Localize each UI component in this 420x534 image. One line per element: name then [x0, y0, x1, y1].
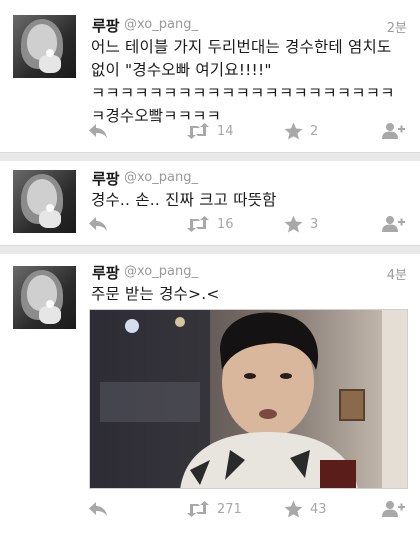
reply-icon — [89, 502, 107, 516]
favorite-button[interactable]: 43 — [284, 500, 327, 518]
tweet-text-line: 없이 "경수오빠 여기요!!!!" — [91, 61, 272, 79]
retweet-button[interactable]: 14 — [186, 122, 234, 140]
photo-image — [90, 310, 407, 488]
reply-icon — [89, 217, 107, 231]
tweet-text-line: 경수.. 손.. 진짜 크고 따뜻함 — [91, 191, 277, 209]
timestamp: 2분 — [386, 21, 407, 36]
follow-icon — [382, 123, 405, 139]
favorite-count: 3 — [310, 216, 319, 232]
star-icon — [284, 122, 303, 140]
tweet-separator — [0, 153, 420, 161]
follow-button[interactable] — [381, 122, 405, 140]
user-handle[interactable]: @xo_pang_ — [124, 17, 198, 32]
retweet-count: 271 — [217, 501, 242, 517]
retweet-count: 14 — [217, 123, 234, 139]
user-handle[interactable]: @xo_pang_ — [124, 264, 198, 279]
favorite-count: 2 — [310, 123, 319, 139]
reply-icon — [89, 124, 107, 138]
follow-button[interactable] — [381, 215, 405, 233]
tweet-text-line: 어느 테이블 가지 두리번대는 경수한테 염치도 — [91, 38, 392, 56]
tweet-photo[interactable] — [89, 309, 408, 489]
reply-button[interactable] — [88, 500, 108, 518]
avatar[interactable] — [13, 15, 76, 78]
tweet[interactable]: 루팡 @xo_pang_ 2분 어느 테이블 가지 두리번대는 경수한테 염치도… — [0, 0, 420, 153]
retweet-icon — [187, 216, 209, 232]
user-handle[interactable]: @xo_pang_ — [124, 170, 198, 185]
retweet-icon — [187, 123, 209, 139]
display-name[interactable]: 루팡 — [92, 15, 120, 36]
tweet-actions: 14 2 — [0, 122, 420, 146]
tweet-text: 경수.. 손.. 진짜 크고 따뜻함 — [91, 189, 409, 212]
retweet-button[interactable]: 16 — [186, 215, 234, 233]
reply-button[interactable] — [88, 215, 108, 233]
reply-button[interactable] — [88, 122, 108, 140]
favorite-button[interactable]: 2 — [284, 122, 318, 140]
display-name[interactable]: 루팡 — [92, 262, 120, 283]
tweet[interactable]: 루팡 @xo_pang_ 경수.. 손.. 진짜 크고 따뜻함 16 3 — [0, 161, 420, 246]
timeline: 루팡 @xo_pang_ 2분 어느 테이블 가지 두리번대는 경수한테 염치도… — [0, 0, 420, 534]
follow-icon — [382, 501, 405, 517]
favorite-button[interactable]: 3 — [284, 215, 318, 233]
star-icon — [284, 500, 303, 518]
follow-icon — [382, 216, 405, 232]
tweet-text-line: 주문 받는 경수>.< — [91, 285, 220, 303]
display-name[interactable]: 루팡 — [92, 168, 120, 189]
retweet-button[interactable]: 271 — [186, 500, 242, 518]
follow-button[interactable] — [381, 500, 405, 518]
timestamp: 4분 — [386, 268, 407, 283]
tweet-text: 어느 테이블 가지 두리번대는 경수한테 염치도 없이 "경수오빠 여기요!!!… — [91, 36, 409, 128]
star-icon — [284, 215, 303, 233]
tweet-text-line: ㅋㅋㅋㅋㅋㅋㅋㅋㅋㅋㅋㅋㅋㅋㅋㅋㅋㅋㅋㅋㅋ — [91, 84, 395, 102]
tweet-separator — [0, 246, 420, 254]
favorite-count: 43 — [310, 501, 327, 517]
tweet-text: 주문 받는 경수>.< — [91, 283, 409, 306]
tweet-actions: 271 43 — [0, 500, 420, 524]
tweet-actions: 16 3 — [0, 215, 420, 239]
retweet-icon — [187, 501, 209, 517]
avatar[interactable] — [13, 266, 76, 329]
retweet-count: 16 — [217, 216, 234, 232]
